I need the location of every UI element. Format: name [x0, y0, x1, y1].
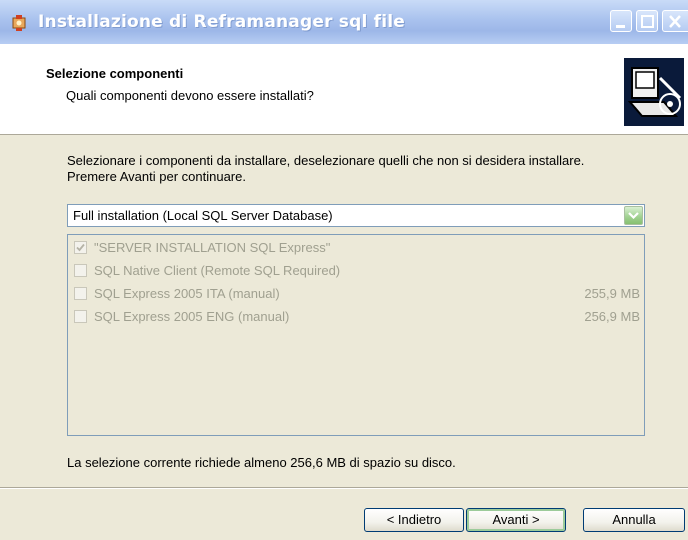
component-checkbox[interactable] [74, 264, 87, 277]
cancel-button[interactable]: Annulla [583, 508, 685, 532]
list-item[interactable]: SQL Express 2005 ITA (manual) 255,9 MB [74, 285, 640, 303]
component-checkbox[interactable] [74, 287, 87, 300]
component-label: SQL Express 2005 ITA (manual) [94, 286, 280, 301]
computer-install-icon [624, 58, 684, 126]
next-button[interactable]: Avanti > [466, 508, 566, 532]
dropdown-button[interactable] [624, 206, 643, 225]
maximize-button[interactable] [636, 10, 658, 32]
check-icon [76, 243, 85, 252]
component-checkbox[interactable] [74, 241, 87, 254]
component-label: SQL Native Client (Remote SQL Required) [94, 263, 341, 278]
instructions-line-1: Selezionare i componenti da installare, … [67, 153, 585, 168]
install-type-value: Full installation (Local SQL Server Data… [73, 208, 333, 223]
instructions: Selezionare i componenti da installare, … [67, 153, 584, 185]
title-bar[interactable]: Installazione di Reframanager sql file [0, 0, 688, 44]
component-size: 255,9 MB [584, 286, 640, 301]
component-label: "SERVER INSTALLATION SQL Express" [94, 240, 331, 255]
list-item[interactable]: SQL Native Client (Remote SQL Required) [74, 262, 640, 280]
list-item[interactable]: SQL Express 2005 ENG (manual) 256,9 MB [74, 308, 640, 326]
divider [0, 487, 688, 489]
minimize-icon [616, 25, 625, 28]
instructions-line-2: Premere Avanti per continuare. [67, 169, 246, 184]
back-button[interactable]: < Indietro [364, 508, 464, 532]
install-type-select[interactable]: Full installation (Local SQL Server Data… [67, 204, 645, 227]
installer-icon [12, 15, 26, 31]
component-checkbox[interactable] [74, 310, 87, 323]
maximize-icon [641, 15, 654, 28]
component-size: 256,9 MB [584, 309, 640, 324]
components-list[interactable]: "SERVER INSTALLATION SQL Express" SQL Na… [67, 234, 645, 436]
minimize-button[interactable] [610, 10, 632, 32]
disk-space-note: La selezione corrente richiede almeno 25… [67, 455, 456, 470]
wizard-header: Selezione componenti Quali componenti de… [0, 44, 688, 135]
close-icon [669, 15, 681, 28]
page-subtitle: Quali componenti devono essere installat… [66, 88, 314, 103]
close-button[interactable] [662, 10, 688, 32]
page-title: Selezione componenti [46, 66, 184, 81]
chevron-down-icon [628, 212, 639, 220]
window-title: Installazione di Reframanager sql file [38, 12, 405, 32]
list-item[interactable]: "SERVER INSTALLATION SQL Express" [74, 239, 640, 257]
component-label: SQL Express 2005 ENG (manual) [94, 309, 290, 324]
